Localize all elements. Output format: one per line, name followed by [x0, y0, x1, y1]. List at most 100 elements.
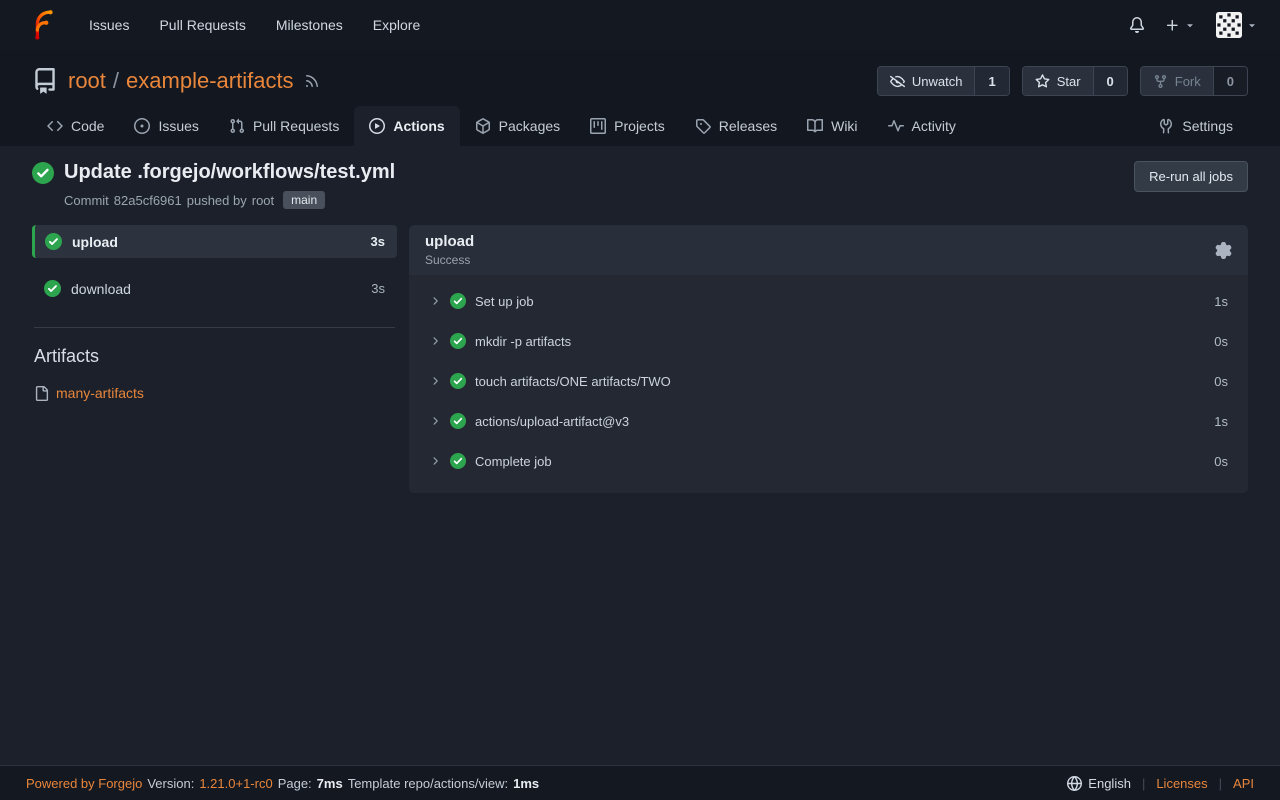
- repo-owner-link[interactable]: root: [68, 68, 106, 94]
- globe-icon: [1067, 776, 1082, 791]
- repo-book-icon: [32, 68, 58, 94]
- language-selector[interactable]: English: [1067, 776, 1131, 791]
- check-circle-icon: [450, 413, 466, 429]
- top-navbar: Issues Pull Requests Milestones Explore: [0, 0, 1280, 50]
- check-circle-icon: [450, 333, 466, 349]
- sidebar-divider: [34, 327, 395, 328]
- powered-by-link[interactable]: Powered by Forgejo: [26, 776, 142, 791]
- tab-packages[interactable]: Packages: [460, 106, 575, 146]
- tab-issues[interactable]: Issues: [119, 106, 213, 146]
- job-panel-header: upload Success: [409, 225, 1248, 275]
- nav-issues[interactable]: Issues: [74, 9, 144, 41]
- footer-divider: |: [1142, 776, 1145, 791]
- nav-pull-requests[interactable]: Pull Requests: [144, 9, 260, 41]
- jobs-sidebar: upload 3s download 3s Artifacts many-art…: [32, 225, 397, 403]
- job-duration: 3s: [371, 281, 385, 296]
- check-circle-icon: [32, 162, 54, 184]
- pulse-icon: [888, 118, 904, 134]
- star-icon: [1035, 74, 1050, 89]
- api-link[interactable]: API: [1233, 776, 1254, 791]
- commit-author[interactable]: root: [252, 193, 274, 208]
- step-duration: 1s: [1214, 294, 1228, 309]
- package-icon: [475, 118, 491, 134]
- plus-icon: [1165, 18, 1180, 33]
- repo-header: root / example-artifacts Unwatch 1 Star …: [0, 50, 1280, 146]
- artifacts-heading: Artifacts: [34, 346, 395, 367]
- chevron-right-icon: [429, 415, 441, 427]
- step-row-upload-artifact[interactable]: actions/upload-artifact@v3 1s: [409, 401, 1248, 441]
- create-new-menu[interactable]: [1165, 18, 1196, 33]
- fork-icon: [1153, 74, 1168, 89]
- tab-wiki[interactable]: Wiki: [792, 106, 872, 146]
- check-circle-icon: [450, 293, 466, 309]
- artifact-link-many-artifacts[interactable]: many-artifacts: [56, 385, 144, 401]
- version-link[interactable]: 1.21.0+1-rc0: [199, 776, 272, 791]
- steps-list: Set up job 1s mkdir -p artifacts 0s touc…: [409, 275, 1248, 493]
- repo-name-link[interactable]: example-artifacts: [126, 68, 294, 94]
- tools-icon: [1158, 118, 1174, 134]
- job-item-upload[interactable]: upload 3s: [32, 225, 397, 258]
- chevron-right-icon: [429, 335, 441, 347]
- tab-actions[interactable]: Actions: [354, 106, 459, 146]
- step-row-touch-artifacts[interactable]: touch artifacts/ONE artifacts/TWO 0s: [409, 361, 1248, 401]
- git-pull-request-icon: [229, 118, 245, 134]
- book-open-icon: [807, 118, 823, 134]
- tab-activity[interactable]: Activity: [873, 106, 971, 146]
- bell-icon[interactable]: [1129, 17, 1145, 33]
- star-button[interactable]: Star 0: [1022, 66, 1128, 96]
- check-circle-icon: [450, 453, 466, 469]
- gear-icon[interactable]: [1215, 242, 1232, 259]
- job-item-download[interactable]: download 3s: [32, 272, 397, 305]
- tag-icon: [695, 118, 711, 134]
- step-duration: 0s: [1214, 454, 1228, 469]
- job-status-badge: Success: [425, 253, 474, 267]
- avatar: [1216, 12, 1242, 38]
- issue-opened-icon: [134, 118, 150, 134]
- step-row-set-up-job[interactable]: Set up job 1s: [409, 281, 1248, 321]
- step-duration: 0s: [1214, 374, 1228, 389]
- file-icon: [34, 386, 49, 401]
- template-render-time: 1ms: [513, 776, 539, 791]
- step-duration: 1s: [1214, 414, 1228, 429]
- footer-divider: |: [1219, 776, 1222, 791]
- project-board-icon: [590, 118, 606, 134]
- page-footer: Powered by Forgejo Version: 1.21.0+1-rc0…: [0, 765, 1280, 800]
- tab-settings[interactable]: Settings: [1143, 106, 1248, 146]
- watch-count[interactable]: 1: [974, 67, 1008, 95]
- chevron-right-icon: [429, 455, 441, 467]
- check-circle-icon: [450, 373, 466, 389]
- eye-slash-icon: [890, 74, 905, 89]
- job-log-panel: upload Success Set up job 1s mkdir -p ar…: [409, 225, 1248, 493]
- check-circle-icon: [45, 233, 62, 250]
- repo-tab-bar: Code Issues Pull Requests Actions Packag…: [32, 106, 1248, 146]
- chevron-down-icon: [1184, 19, 1196, 31]
- code-icon: [47, 118, 63, 134]
- actions-run-view: Update .forgejo/workflows/test.yml Commi…: [0, 146, 1280, 765]
- nav-explore[interactable]: Explore: [358, 9, 435, 41]
- rerun-all-jobs-button[interactable]: Re-run all jobs: [1134, 161, 1248, 192]
- star-count[interactable]: 0: [1093, 67, 1127, 95]
- tab-pull-requests[interactable]: Pull Requests: [214, 106, 354, 146]
- tab-projects[interactable]: Projects: [575, 106, 680, 146]
- run-title: Update .forgejo/workflows/test.yml: [32, 161, 395, 184]
- step-row-mkdir[interactable]: mkdir -p artifacts 0s: [409, 321, 1248, 361]
- job-duration: 3s: [371, 234, 385, 249]
- nav-milestones[interactable]: Milestones: [261, 9, 358, 41]
- rss-icon[interactable]: [304, 73, 320, 89]
- fork-button[interactable]: Fork 0: [1140, 66, 1248, 96]
- path-separator: /: [113, 68, 119, 94]
- play-circle-icon: [369, 118, 385, 134]
- step-row-complete-job[interactable]: Complete job 0s: [409, 441, 1248, 481]
- panel-job-name: upload: [425, 233, 474, 250]
- run-commit-info: Commit 82a5cf6961 pushed by root main: [64, 191, 395, 209]
- commit-sha[interactable]: 82a5cf6961: [114, 193, 182, 208]
- fork-count[interactable]: 0: [1213, 67, 1247, 95]
- chevron-down-icon: [1246, 19, 1258, 31]
- licenses-link[interactable]: Licenses: [1156, 776, 1207, 791]
- branch-badge[interactable]: main: [283, 191, 325, 209]
- tab-code[interactable]: Code: [32, 106, 119, 146]
- tab-releases[interactable]: Releases: [680, 106, 792, 146]
- user-menu[interactable]: [1216, 12, 1258, 38]
- forgejo-logo-icon[interactable]: [28, 10, 58, 40]
- unwatch-button[interactable]: Unwatch 1: [877, 66, 1010, 96]
